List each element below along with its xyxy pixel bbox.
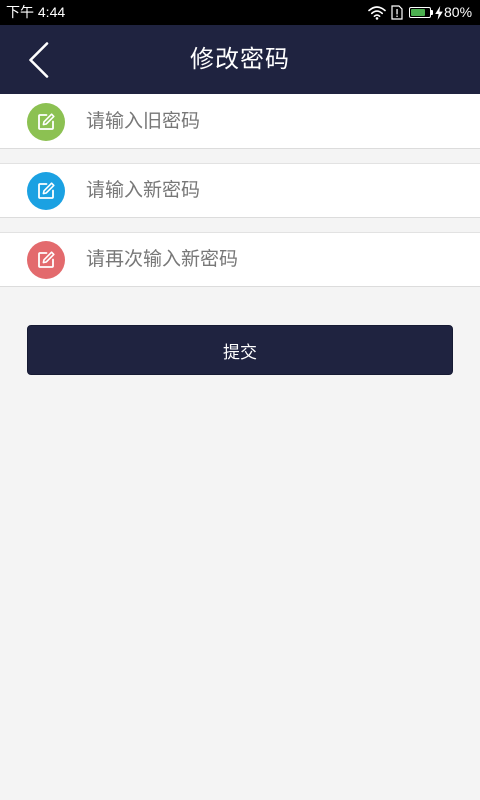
wifi-icon xyxy=(368,6,386,20)
back-button[interactable] xyxy=(20,35,60,85)
sim-alert-icon xyxy=(391,5,403,20)
header-bar: 修改密码 xyxy=(0,25,480,94)
confirm-password-input[interactable] xyxy=(86,233,456,286)
new-password-icon-circle xyxy=(27,172,65,210)
edit-icon xyxy=(38,113,55,130)
old-password-input[interactable] xyxy=(86,95,456,148)
old-password-icon-circle xyxy=(27,103,65,141)
battery-fill xyxy=(411,9,425,16)
submit-button[interactable]: 提交 xyxy=(27,325,453,375)
battery-percent: 80% xyxy=(444,4,473,20)
old-password-row xyxy=(0,94,480,149)
status-bar: 下午 4:44 80% xyxy=(0,0,480,25)
battery-icon xyxy=(409,7,431,18)
page-title: 修改密码 xyxy=(190,46,290,73)
new-password-row xyxy=(0,163,480,218)
battery-cap xyxy=(431,10,433,15)
new-password-input[interactable] xyxy=(86,164,456,217)
confirm-password-row xyxy=(0,232,480,287)
status-time: 下午 4:44 xyxy=(6,4,66,20)
change-password-screen: 下午 4:44 80% 修改密码 提交 xyxy=(0,0,480,800)
confirm-password-icon-circle xyxy=(27,241,65,279)
charging-icon xyxy=(435,6,443,20)
edit-icon xyxy=(38,182,55,199)
chevron-left-icon xyxy=(29,42,49,78)
edit-icon xyxy=(38,251,55,268)
